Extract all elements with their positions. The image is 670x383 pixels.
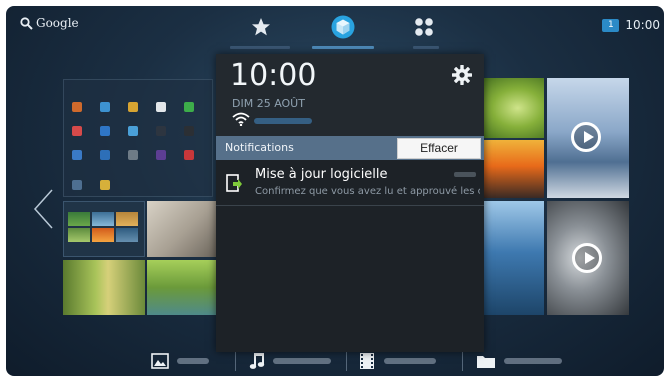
- picture-icon: [151, 353, 169, 369]
- notification-count-badge: 1: [602, 18, 620, 32]
- tab-media[interactable]: [330, 14, 356, 40]
- panel-header: 10:00 DIM 25 AOÛT: [216, 54, 484, 136]
- sunset-photo[interactable]: [478, 140, 544, 198]
- folder-icon: [477, 356, 495, 368]
- previous-page-chevron-icon[interactable]: [32, 188, 54, 230]
- notification-title: Mise à jour logicielle: [255, 167, 388, 182]
- notification-panel: 10:00 DIM 25 AOÛT Notifications Effacer …: [216, 54, 484, 352]
- cube-icon: [331, 15, 355, 39]
- leaf-photo[interactable]: [478, 78, 544, 138]
- play-icon[interactable]: [571, 122, 601, 152]
- music-note-icon: [249, 353, 265, 369]
- notification-item[interactable]: Mise à jour logicielle Confirmez que vou…: [216, 160, 484, 206]
- notification-time: [454, 172, 476, 177]
- bottom-item-files[interactable]: [476, 352, 562, 370]
- tab-favorites[interactable]: [248, 14, 274, 40]
- panel-clock: 10:00: [230, 58, 317, 93]
- tab-apps[interactable]: [411, 14, 437, 40]
- panel-date: DIM 25 AOÛT: [232, 97, 305, 110]
- status-area[interactable]: 1 10:00: [602, 18, 660, 32]
- mountain-video-thumbnail[interactable]: [547, 78, 629, 198]
- home-screen: Google 1 10:00 10:00 DIM 25 AOÛT Notific…: [6, 6, 664, 376]
- search-icon: [20, 16, 33, 30]
- bottom-item-photos[interactable]: [151, 352, 209, 370]
- hard-drive-video-thumbnail[interactable]: [547, 201, 629, 315]
- tab-media-underline: [312, 46, 374, 49]
- park-photo[interactable]: [147, 260, 217, 315]
- apps-widget-preview[interactable]: [63, 79, 213, 197]
- film-icon: [360, 353, 374, 369]
- play-icon[interactable]: [572, 243, 602, 273]
- bottom-item-videos[interactable]: [358, 352, 436, 370]
- google-label: Google: [36, 16, 79, 30]
- pier-photo[interactable]: [478, 201, 544, 315]
- gear-icon[interactable]: [452, 65, 472, 85]
- gallery-widget-preview[interactable]: [63, 201, 145, 257]
- top-bar: Google 1 10:00: [6, 6, 664, 50]
- clear-button[interactable]: Effacer: [397, 138, 481, 159]
- software-update-icon: [226, 174, 242, 192]
- wifi-network-name: [254, 118, 312, 124]
- bottom-item-music[interactable]: [249, 352, 331, 370]
- tab-apps-underline: [413, 46, 439, 49]
- tab-favorites-underline: [230, 46, 290, 49]
- notifications-header: Notifications Effacer: [216, 136, 484, 160]
- status-clock: 10:00: [625, 18, 660, 32]
- notifications-title: Notifications: [225, 141, 294, 154]
- wifi-icon: [232, 112, 250, 126]
- apps-grid-icon: [415, 18, 433, 36]
- forest-photo[interactable]: [63, 260, 145, 315]
- star-icon: [252, 18, 270, 36]
- google-search[interactable]: Google: [20, 16, 79, 30]
- coffee-cup-photo[interactable]: [147, 201, 217, 257]
- notification-subtitle: Confirmez que vous avez lu et approuvé l…: [255, 186, 480, 197]
